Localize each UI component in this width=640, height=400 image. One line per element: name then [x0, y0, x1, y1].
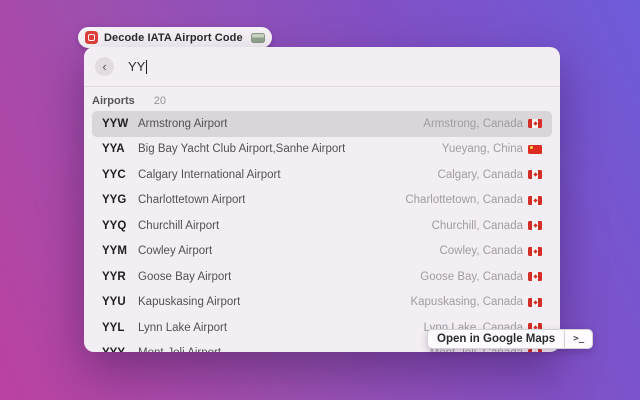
text-caret: [146, 59, 148, 74]
airport-name: Lynn Lake Airport: [138, 321, 228, 334]
country-flag-icon: [528, 195, 542, 205]
country-flag-icon: [528, 272, 542, 282]
action-label: Open in Google Maps: [437, 333, 556, 345]
search-input[interactable]: YY: [128, 59, 148, 74]
airport-code: YYW: [102, 117, 129, 130]
airport-row[interactable]: YYR Goose Bay Airport Goose Bay, Canada: [92, 264, 552, 290]
airport-location: Kapuskasing, Canada: [410, 296, 523, 309]
airport-code: YYR: [102, 270, 126, 283]
airport-code: YYC: [102, 168, 126, 181]
terminal-shortcut-icon: >_: [573, 334, 585, 344]
section-title: Airports: [92, 95, 135, 107]
airport-location: Calgary, Canada: [437, 168, 523, 181]
airport-name: Goose Bay Airport: [138, 270, 232, 283]
airport-row[interactable]: YYM Cowley Airport Cowley, Canada: [92, 239, 552, 265]
airport-name: Churchill Airport: [138, 219, 220, 232]
printer-icon: [250, 32, 265, 43]
country-flag-icon: [528, 221, 542, 231]
airport-location: Armstrong, Canada: [423, 117, 523, 130]
airport-name: Mont-Joli Airport: [138, 347, 221, 352]
airport-name: Cowley Airport: [138, 245, 213, 258]
country-flag-icon: [528, 246, 542, 256]
extension-title: Decode IATA Airport Code: [104, 31, 243, 44]
airport-code: YYU: [102, 296, 126, 309]
airport-code: YYA: [102, 143, 125, 156]
extension-icon: [85, 31, 98, 44]
search-value: YY: [128, 59, 146, 74]
country-flag-icon: [528, 297, 542, 307]
airport-row[interactable]: YYA Big Bay Yacht Club Airport,Sanhe Air…: [92, 137, 552, 163]
back-button[interactable]: ‹: [95, 57, 114, 76]
extension-title-badge[interactable]: Decode IATA Airport Code: [78, 27, 272, 48]
search-bar: ‹ YY: [84, 47, 560, 86]
airport-code: YYQ: [102, 219, 127, 232]
airport-location: Goose Bay, Canada: [420, 270, 523, 283]
airport-code: YYM: [102, 245, 127, 258]
airport-code: YYL: [102, 321, 125, 334]
airport-location: Charlottetown, Canada: [405, 194, 523, 207]
airport-name: Calgary International Airport: [138, 168, 281, 181]
country-flag-icon: [528, 170, 542, 180]
airport-row[interactable]: YYG Charlottetown Airport Charlottetown,…: [92, 188, 552, 214]
open-in-google-maps-action[interactable]: Open in Google Maps >_: [427, 329, 594, 349]
airport-name: Kapuskasing Airport: [138, 296, 241, 309]
airport-name: Charlottetown Airport: [138, 194, 246, 207]
airport-row[interactable]: YYW Armstrong Airport Armstrong, Canada: [92, 111, 552, 137]
country-flag-icon: [528, 348, 542, 352]
section-header: Airports 20: [84, 87, 560, 111]
airport-row[interactable]: YYQ Churchill Airport Churchill, Canada: [92, 213, 552, 239]
airport-row[interactable]: YYC Calgary International Airport Calgar…: [92, 162, 552, 188]
airport-name: Armstrong Airport: [138, 117, 228, 130]
airport-name: Big Bay Yacht Club Airport,Sanhe Airport: [138, 143, 346, 156]
airport-location: Cowley, Canada: [439, 245, 523, 258]
airport-list: YYW Armstrong Airport Armstrong, Canada …: [84, 111, 560, 352]
section-count: 20: [153, 95, 167, 107]
airport-location: Yueyang, China: [441, 143, 523, 156]
launcher-panel: ‹ YY Airports 20 YYW Armstrong Airport A…: [84, 47, 560, 352]
airport-location: Churchill, Canada: [431, 219, 523, 232]
country-flag-icon: [528, 119, 542, 129]
airport-code: YYY: [102, 347, 138, 352]
airport-code: YYG: [102, 194, 127, 207]
country-flag-icon: [528, 144, 542, 154]
airport-row[interactable]: YYU Kapuskasing Airport Kapuskasing, Can…: [92, 290, 552, 316]
